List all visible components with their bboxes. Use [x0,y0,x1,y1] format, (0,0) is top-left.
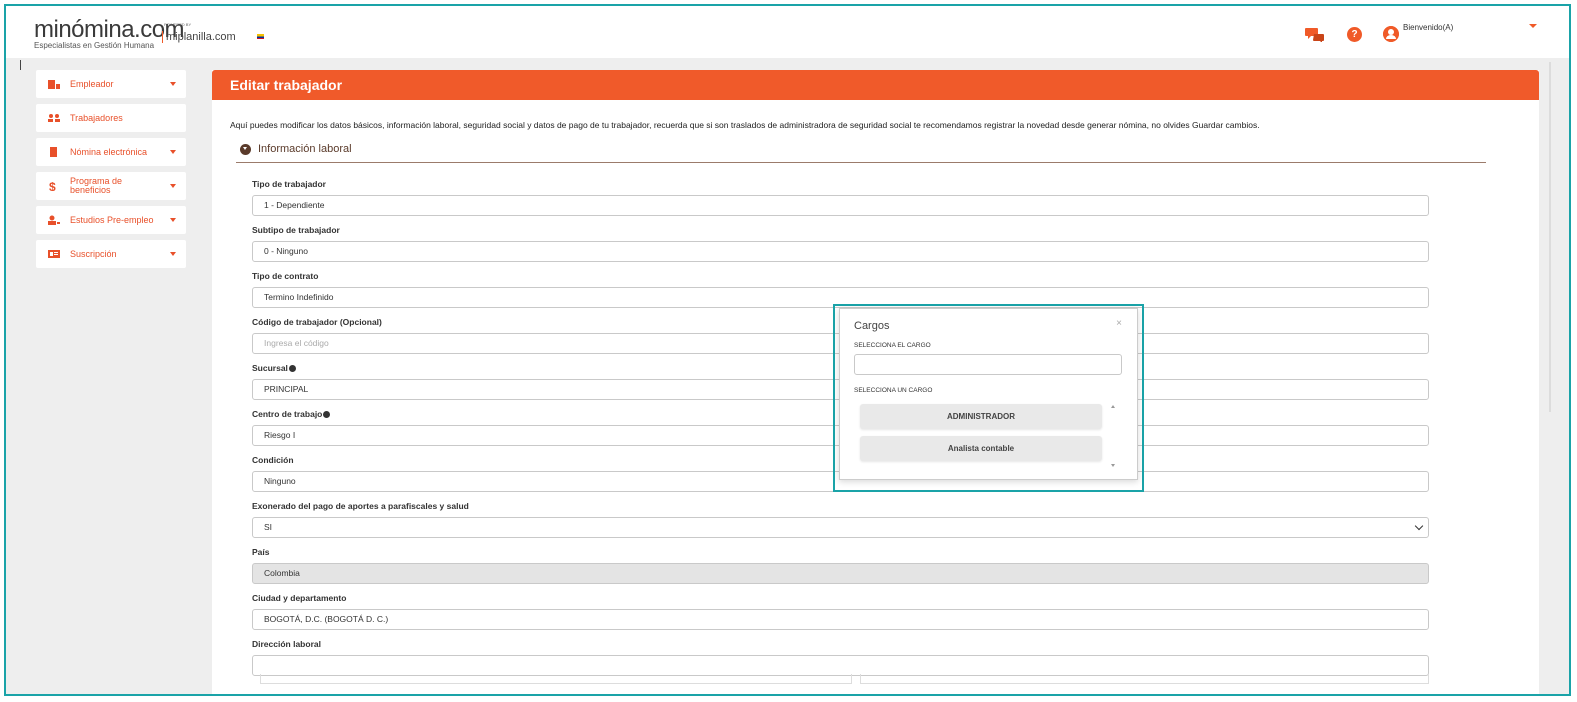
scroll-up-icon[interactable] [1111,405,1115,408]
section-header-informacion-laboral[interactable]: Información laboral [240,143,352,155]
app-frame: minómina.com Especialistas en Gestión Hu… [4,4,1571,696]
list-label: SELECCIONA UN CARGO [854,387,933,394]
sidebar-item-label: Suscripción [70,248,117,259]
cargo-option-administrador[interactable]: ADMINISTRADOR [860,404,1102,429]
info-icon[interactable] [323,411,331,418]
cargos-modal: Cargos × SELECCIONA EL CARGO SELECCIONA … [839,308,1138,480]
field-label-sucursal: Sucursal [252,363,296,373]
section-title: Información laboral [258,143,352,155]
address-subfield-right[interactable] [860,674,1429,684]
sidebar-item-suscripcion[interactable]: Suscripción [36,240,186,268]
subtipo-trabajador-field[interactable]: 0 - Ninguno [252,241,1429,262]
page-title: Editar trabajador [212,70,1539,100]
sidebar-item-programa-beneficios[interactable]: $ Programa de beneficios [36,172,186,200]
sidebar-item-empleador[interactable]: Empleador [36,70,186,98]
welcome-text[interactable]: Bienvenido(A) [1403,23,1453,32]
intro-text: Aquí puedes modificar los datos básicos,… [230,120,1260,130]
tipo-trabajador-field[interactable]: 1 - Dependiente [252,195,1429,216]
chevron-down-icon [170,252,176,256]
pais-field: Colombia [252,563,1429,584]
field-label-exonerado: Exonerado del pago de aportes a parafisc… [252,501,469,511]
page-scrollbar[interactable] [1549,62,1551,412]
id-card-icon [48,250,60,258]
field-label-direccion: Dirección laboral [252,639,321,649]
powered-by-label: POWERED BY [164,22,192,27]
field-label-condicion: Condición [252,455,294,465]
colombia-flag-icon [257,34,264,39]
search-label: SELECCIONA EL CARGO [854,342,931,349]
dollar-icon: $ [49,181,56,191]
options-scrollbar[interactable] [1108,401,1120,471]
chevron-down-icon [170,82,176,86]
direccion-input[interactable] [252,655,1429,676]
cargo-search-input[interactable] [854,354,1122,375]
chevron-down-icon [170,184,176,188]
building-user-icon [48,80,60,89]
info-icon[interactable] [288,365,296,372]
chevron-down-icon [170,218,176,222]
users-icon [48,114,60,122]
field-label-codigo-trabajador: Código de trabajador (Opcional) [252,317,382,327]
help-icon[interactable]: ? [1347,27,1362,42]
top-bar: minómina.com Especialistas en Gestión Hu… [6,6,1569,58]
divider [20,60,21,70]
chevron-down-icon [170,150,176,154]
user-plus-icon [48,215,60,225]
scroll-down-icon[interactable] [1111,464,1115,467]
sidebar: Empleador Trabajadores Nómina electrónic… [36,70,186,274]
chevron-circle-down-icon [240,143,251,155]
label-text: Sucursal [252,363,288,373]
sidebar-item-label: Nómina electrónica [70,146,148,157]
sidebar-item-label: Programa de beneficios [70,176,123,195]
field-label-ciudad: Ciudad y departamento [252,593,347,603]
label-text: Centro de trabajo [252,409,323,419]
cargo-option-analista-contable[interactable]: Analista contable [860,436,1102,461]
sidebar-item-nomina-electronica[interactable]: Nómina electrónica [36,138,186,166]
chevron-down-icon [1414,521,1424,531]
sidebar-item-label: Estudios Pre-empleo [70,214,154,225]
svg-text:$: $ [49,181,56,191]
field-label-subtipo-trabajador: Subtipo de trabajador [252,225,340,235]
sidebar-item-trabajadores[interactable]: Trabajadores [36,104,186,132]
user-avatar-icon[interactable] [1383,26,1399,42]
exonerado-value: SI [264,522,273,532]
modal-title: Cargos [854,320,890,332]
section-divider [236,162,1486,163]
sidebar-item-estudios-pre-empleo[interactable]: Estudios Pre-empleo [36,206,186,234]
partner-logo: miplanilla.com [162,31,236,43]
field-label-centro-trabajo: Centro de trabajo [252,409,331,419]
sidebar-item-label: Trabajadores [70,112,123,123]
exonerado-select[interactable]: SI [252,517,1429,538]
field-label-pais: País [252,547,270,557]
field-label-tipo-contrato: Tipo de contrato [252,271,319,281]
ciudad-field[interactable]: BOGOTÁ, D.C. (BOGOTÁ D. C.) [252,609,1429,630]
file-icon [50,147,57,157]
chat-icon[interactable] [1305,26,1325,42]
sidebar-item-label: Empleador [70,78,114,89]
close-icon[interactable]: × [1116,318,1122,329]
field-label-tipo-trabajador: Tipo de trabajador [252,179,326,189]
user-menu-caret-icon[interactable] [1529,24,1537,28]
address-subfield-left[interactable] [260,674,852,684]
